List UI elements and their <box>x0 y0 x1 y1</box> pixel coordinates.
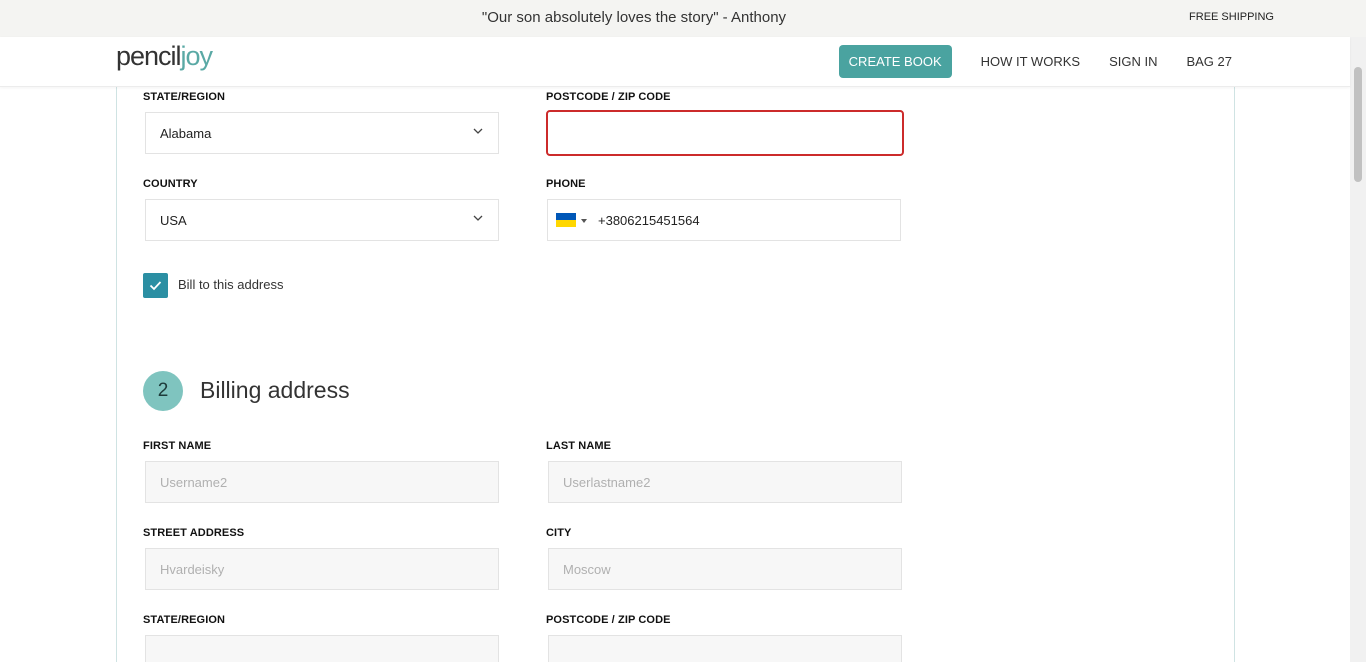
nav-sign-in[interactable]: SIGN IN <box>1109 54 1157 69</box>
street-address-field[interactable]: Hvardeisky <box>145 548 499 590</box>
country-label: COUNTRY <box>143 178 198 190</box>
logo-text-joy: joy <box>180 41 214 71</box>
free-shipping-text: FREE SHIPPING <box>1189 11 1274 23</box>
nav-how-it-works[interactable]: HOW IT WORKS <box>981 54 1080 69</box>
step-number-badge: 2 <box>143 371 183 411</box>
billing-state-region-label: STATE/REGION <box>143 614 226 626</box>
chevron-down-icon <box>473 215 483 221</box>
postcode-input[interactable] <box>546 110 904 156</box>
scrollbar-thumb[interactable] <box>1354 67 1362 182</box>
site-header: penciljoy CREATE BOOK HOW IT WORKS SIGN … <box>0 37 1350 87</box>
billing-address-title: Billing address <box>200 377 350 403</box>
state-region-select[interactable]: Alabama <box>145 112 499 154</box>
promo-quote: "Our son absolutely loves the story" - A… <box>481 9 787 26</box>
promo-bar: "Our son absolutely loves the story" - A… <box>0 0 1366 37</box>
pencil-joy-logo[interactable]: penciljoy <box>116 41 214 72</box>
caret-down-icon[interactable] <box>581 219 587 223</box>
last-name-label: LAST NAME <box>546 440 612 452</box>
phone-label: PHONE <box>546 178 586 190</box>
city-label: CITY <box>546 527 572 539</box>
chevron-down-icon <box>473 128 483 134</box>
state-region-label: STATE/REGION <box>143 91 226 103</box>
city-field[interactable]: Moscow <box>548 548 902 590</box>
bill-to-address-label[interactable]: Bill to this address <box>178 277 284 292</box>
phone-input[interactable]: +3806215451564 <box>547 199 901 241</box>
billing-state-region-select[interactable] <box>145 635 499 662</box>
main-nav: CREATE BOOK HOW IT WORKS SIGN IN BAG 27 <box>838 45 1232 78</box>
postcode-label: POSTCODE / ZIP CODE <box>546 91 671 103</box>
first-name-label: FIRST NAME <box>143 440 212 452</box>
phone-value: +3806215451564 <box>598 213 700 228</box>
ukraine-flag-icon[interactable] <box>556 213 576 227</box>
checkmark-icon <box>149 281 162 291</box>
street-address-label: STREET ADDRESS <box>143 527 245 539</box>
state-region-value: Alabama <box>160 126 212 141</box>
country-value: USA <box>160 213 187 228</box>
country-select[interactable]: USA <box>145 199 499 241</box>
billing-postcode-label: POSTCODE / ZIP CODE <box>546 614 671 626</box>
page-scrollbar[interactable] <box>1350 37 1366 662</box>
nav-bag[interactable]: BAG 27 <box>1186 54 1232 69</box>
create-book-button[interactable]: CREATE BOOK <box>838 45 952 78</box>
billing-postcode-input[interactable] <box>548 635 902 662</box>
first-name-field[interactable]: Username2 <box>145 461 499 503</box>
logo-text-pencil: pencil <box>116 41 182 71</box>
last-name-field[interactable]: Userlastname2 <box>548 461 902 503</box>
bill-to-address-checkbox[interactable] <box>143 273 168 298</box>
